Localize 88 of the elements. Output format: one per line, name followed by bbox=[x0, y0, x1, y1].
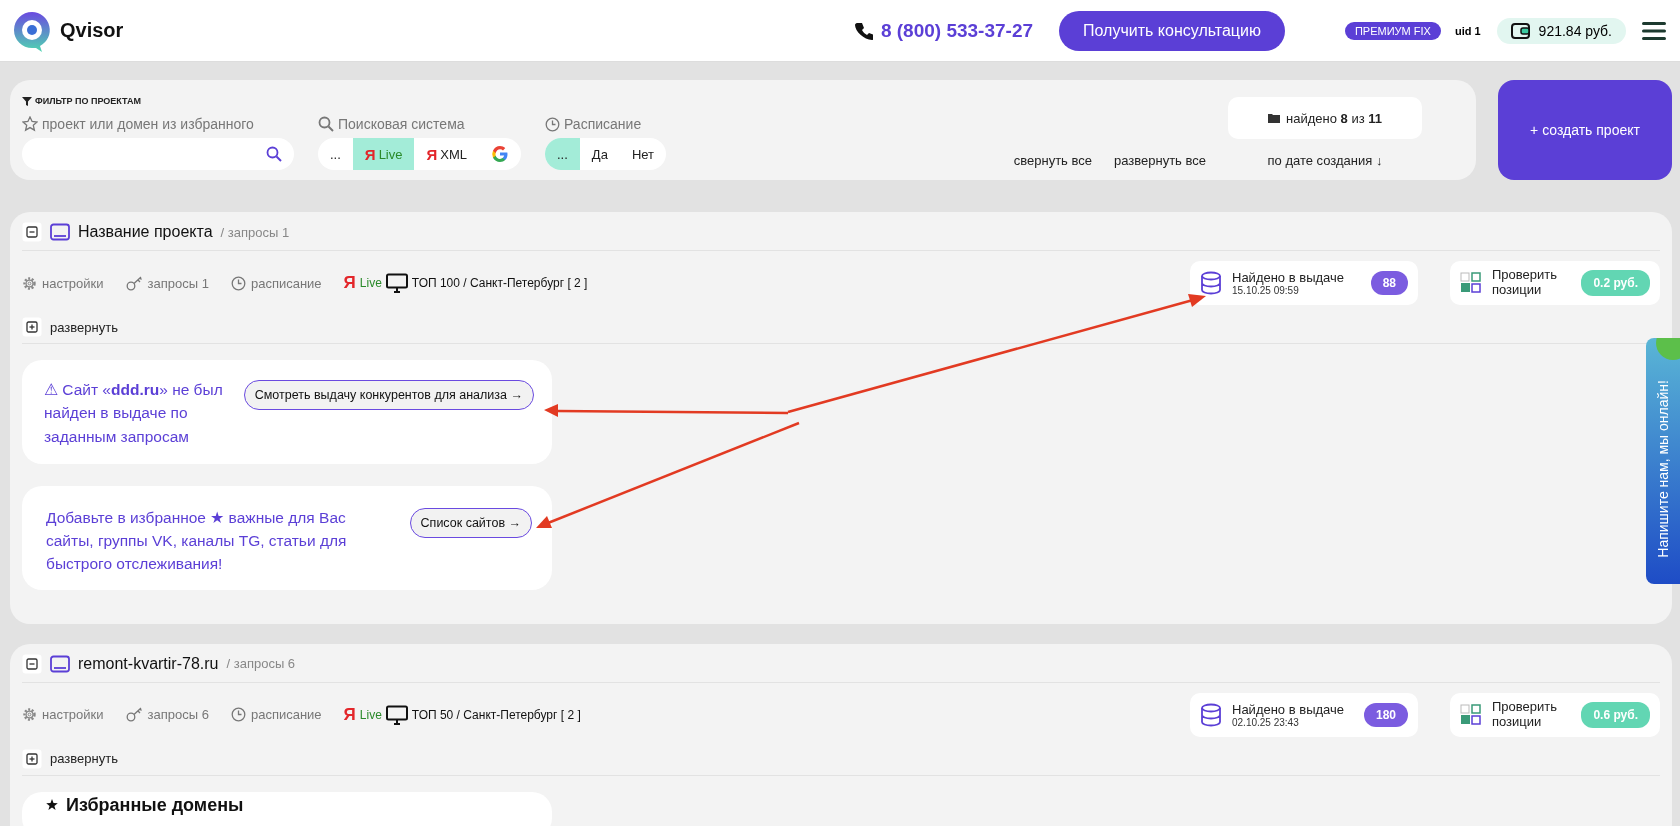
region-label: ТОП 50 / Санкт-Петербург [ 2 ] bbox=[411, 707, 581, 722]
found-date: 02.10.25 23:43 bbox=[1232, 716, 1300, 728]
notice-text: ⚠ Сайт «ddd.ru» не был найден в выдаче по заданным запросам bbox=[44, 380, 224, 447]
minus-box-icon[interactable] bbox=[22, 653, 42, 674]
squares-icon bbox=[1460, 703, 1482, 726]
engine-option[interactable]: Я XML bbox=[414, 138, 479, 170]
field-label: Поисковая система bbox=[338, 116, 465, 132]
found-counter: найдено 8 из 11 bbox=[1228, 97, 1422, 139]
project-name[interactable]: remont-kvartir-78.ru bbox=[78, 654, 219, 673]
menu-icon[interactable] bbox=[1642, 20, 1666, 41]
check-widget[interactable]: Проверить позиции 0.6 руб. bbox=[1450, 692, 1660, 737]
monitor-icon bbox=[385, 273, 408, 293]
window-icon bbox=[50, 223, 70, 241]
notice-button[interactable]: Список сайтов → bbox=[409, 507, 532, 538]
query-count: / запросы 6 bbox=[226, 656, 296, 671]
clock-icon bbox=[545, 116, 560, 132]
section-title: Избранные домены bbox=[66, 794, 244, 816]
minus-box-icon[interactable] bbox=[22, 222, 42, 242]
key-icon bbox=[125, 707, 143, 722]
search-icon bbox=[318, 116, 334, 132]
consult-button[interactable]: Получить консультацию bbox=[1059, 10, 1285, 51]
found-label: Найдено в выдаче bbox=[1232, 270, 1346, 285]
plan-badge: ПРЕМИУМ FIX bbox=[1344, 21, 1441, 40]
found-widget[interactable]: Найдено в выдаче 02.10.25 23:43 180 bbox=[1190, 692, 1418, 737]
collapse-all-link[interactable]: свернуть все bbox=[1013, 153, 1092, 168]
engine-option[interactable]: ... bbox=[318, 138, 353, 170]
gear-icon bbox=[22, 275, 37, 291]
engine-mode: Live bbox=[359, 276, 382, 290]
found-label: Найдено в выдаче bbox=[1232, 701, 1346, 717]
found-widget[interactable]: Найдено в выдаче 15.10.25 09:59 88 bbox=[1190, 261, 1418, 305]
phone-number[interactable]: 8 (800) 533-37-27 bbox=[880, 19, 1034, 42]
wallet-icon bbox=[1510, 21, 1531, 40]
found-date: 15.10.25 09:59 bbox=[1232, 285, 1300, 296]
star-icon bbox=[46, 799, 58, 811]
schedule-link[interactable]: расписание bbox=[250, 275, 322, 291]
schedule-option[interactable]: Да bbox=[579, 138, 620, 170]
expand-link[interactable]: развернуть bbox=[50, 319, 118, 335]
project-name[interactable]: Название проекта bbox=[78, 223, 213, 241]
phone-icon bbox=[854, 21, 873, 40]
clock-icon bbox=[230, 707, 246, 722]
queries-link[interactable]: запросы 1 bbox=[147, 275, 209, 291]
notice-button[interactable]: Смотреть выдачу конкурентов для анализа → bbox=[243, 380, 534, 410]
check-widget[interactable]: Проверить позиции 0.2 руб. bbox=[1450, 261, 1660, 305]
window-icon bbox=[50, 654, 70, 673]
chat-tab[interactable]: Напишите нам, мы онлайн! bbox=[1646, 338, 1680, 584]
monitor-icon bbox=[385, 704, 408, 725]
check-price: 0.6 руб. bbox=[1581, 701, 1650, 728]
key-icon bbox=[125, 275, 143, 291]
database-icon bbox=[1200, 271, 1222, 295]
settings-link[interactable]: настройки bbox=[42, 707, 104, 722]
user-id: uid 1 bbox=[1454, 24, 1481, 37]
region-label: ТОП 100 / Санкт-Петербург [ 2 ] bbox=[411, 276, 588, 290]
expand-link[interactable]: развернуть bbox=[50, 751, 118, 766]
check-label: Проверить позиции bbox=[1492, 268, 1558, 298]
gear-icon bbox=[22, 707, 37, 722]
check-label: Проверить позиции bbox=[1492, 699, 1558, 730]
query-count: / запросы 1 bbox=[220, 224, 290, 240]
plus-box-icon[interactable] bbox=[22, 748, 42, 769]
logo-text: Qvisor bbox=[60, 19, 124, 42]
search-engine-mark: Я bbox=[343, 704, 356, 725]
folder-icon bbox=[1268, 113, 1280, 123]
squares-icon bbox=[1460, 272, 1482, 294]
clock-icon bbox=[230, 275, 246, 291]
database-icon bbox=[1200, 702, 1222, 727]
filter-title: ФИЛЬТР ПО ПРОЕКТАМ bbox=[35, 96, 141, 106]
expand-all-link[interactable]: развернуть все bbox=[1114, 153, 1206, 168]
schedule-option[interactable]: ... bbox=[545, 138, 580, 170]
create-project-button[interactable]: + создать проект bbox=[1498, 80, 1672, 180]
field-label: проект или домен из избранного bbox=[42, 116, 254, 132]
sort-link[interactable]: по дате создания ↓ bbox=[1267, 153, 1383, 168]
balance-pill[interactable]: 921.84 руб. bbox=[1496, 17, 1626, 44]
found-count: 180 bbox=[1363, 702, 1408, 727]
field-label: Расписание bbox=[564, 116, 642, 132]
found-count: 88 bbox=[1370, 271, 1408, 295]
schedule-link[interactable]: расписание bbox=[250, 707, 322, 722]
search-engine-mark: Я bbox=[343, 273, 356, 293]
star-icon bbox=[22, 116, 38, 132]
notice-text: Добавьте в избранное ★ важные для Вас сайты, группы VK, каналы TG, статьи для быстрого отслеживания! bbox=[46, 507, 348, 575]
queries-link[interactable]: запросы 6 bbox=[147, 707, 209, 722]
search-field[interactable] bbox=[22, 138, 294, 170]
plus-box-icon[interactable] bbox=[22, 317, 42, 337]
check-price: 0.2 руб. bbox=[1581, 270, 1650, 296]
multicolor-g-icon bbox=[491, 145, 509, 163]
settings-link[interactable]: настройки bbox=[42, 275, 104, 291]
funnel-icon bbox=[22, 96, 32, 106]
engine-mode: Live bbox=[359, 707, 382, 722]
schedule-option[interactable]: Нет bbox=[619, 138, 667, 170]
search-icon bbox=[266, 146, 282, 162]
